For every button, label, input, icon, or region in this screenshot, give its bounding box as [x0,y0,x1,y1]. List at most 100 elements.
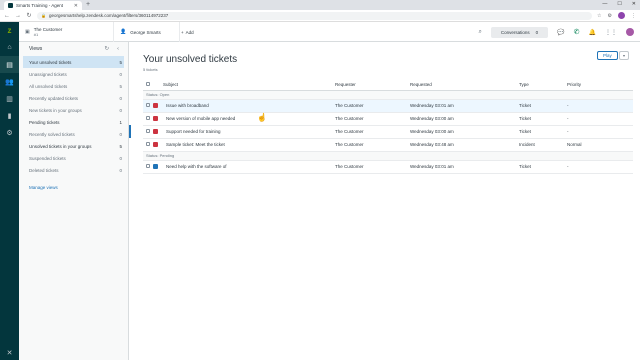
views-title: Views [29,46,43,52]
row-checkbox[interactable] [146,116,150,120]
views-icon[interactable]: ▤ [0,56,19,73]
ticket-subject[interactable]: Need help with the software of [163,160,335,174]
star-icon[interactable]: ☆ [597,13,601,19]
view-label: Suspended tickets [29,155,66,161]
column-header-requested[interactable]: Requested [410,79,519,91]
browser-tab-title: Smarts Training - Agent [16,3,64,8]
phone-icon[interactable]: ✆ [574,28,580,36]
conversations-count: 0 [535,29,539,35]
forward-icon[interactable]: → [15,13,21,19]
close-window-icon[interactable]: ✕ [632,1,636,7]
group-label: Status: Open [143,90,633,100]
profile-avatar[interactable] [618,12,625,19]
table-header-row: Subject Requester Requested Type Priorit… [143,79,633,91]
ticket-tab-labels: The Customer #1 [34,27,63,37]
view-item[interactable]: Recently updated tickets 0 [19,92,128,104]
manage-views-link[interactable]: Manage views [19,185,128,190]
table-row[interactable]: Sample ticket: Meet the ticket The Custo… [143,138,633,152]
plus-icon: + [181,29,184,35]
view-count: 0 [119,155,122,161]
agent-avatar[interactable] [626,28,634,36]
ticket-type: Ticket [519,112,567,126]
extension-icon[interactable]: ⚙ [608,13,612,19]
apps-grid-icon[interactable]: ⋮⋮ [605,29,617,36]
notifications-icon[interactable]: 🔔 [589,29,596,36]
maximize-icon[interactable]: ☐ [617,1,621,7]
group-row: Status: Pending [143,151,633,161]
ticket-subject[interactable]: Issue with broadband [163,99,335,113]
row-checkbox[interactable] [146,129,150,133]
play-button[interactable]: Play [597,51,618,60]
table-row[interactable]: New version of mobile app needed The Cus… [143,112,633,126]
view-label: Unassigned tickets [29,71,67,77]
view-item[interactable]: All unsolved tickets 5 [19,80,128,92]
column-header-priority[interactable]: Priority [567,79,633,91]
view-count: 0 [119,95,122,101]
view-item[interactable]: Recently solved tickets 0 [19,128,128,140]
ticket-type: Ticket [519,160,567,174]
column-header-subject[interactable]: Subject [163,79,335,91]
ticket-requested: Wednesday 03:48 am [410,138,519,152]
table-row[interactable]: Support needed for training The Customer… [143,125,633,139]
header-tab-user[interactable]: 👤 George Smarts [114,22,180,42]
collapse-icon[interactable]: ‹ [117,46,119,52]
view-label: Unsolved tickets in your groups [29,143,92,149]
row-checkbox[interactable] [146,103,150,107]
chat-icon[interactable]: 💬 [557,29,564,36]
back-icon[interactable]: ← [4,13,10,19]
ticket-priority: Normal [567,138,633,152]
column-header-type[interactable]: Type [519,79,567,91]
new-tab-icon[interactable]: + [86,1,90,8]
ticket-priority: - [567,99,633,113]
conversations-button[interactable]: Conversations 0 [490,26,549,38]
add-button[interactable]: + Add [181,22,194,42]
view-item[interactable]: New tickets in your groups 0 [19,104,128,116]
reporting-icon[interactable]: ▮ [0,107,19,124]
admin-gear-icon[interactable]: ⚙ [0,124,19,141]
customers-icon[interactable]: 👥 [0,73,19,90]
tickets-table: Subject Requester Requested Type Priorit… [143,79,633,174]
refresh-icon[interactable]: ↻ [105,46,110,52]
close-tab-icon[interactable]: ✕ [74,3,78,9]
ticket-type: Incident [519,138,567,152]
ticket-subject[interactable]: New version of mobile app needed [163,112,335,126]
column-header-requester[interactable]: Requester [335,79,410,91]
zendesk-logo-icon[interactable]: z [0,22,19,39]
lock-icon: 🔒 [41,13,46,18]
view-item[interactable]: Suspended tickets 0 [19,152,128,164]
table-row[interactable]: Issue with broadband The Customer Wednes… [143,99,633,113]
minimize-icon[interactable]: — [602,1,607,7]
view-item[interactable]: Your unsolved tickets 5 [23,56,124,68]
conversations-label: Conversations [500,29,530,35]
view-count: 0 [119,131,122,137]
browser-extensions: ☆ ⚙ ⋮ [597,12,636,19]
view-item[interactable]: Unassigned tickets 0 [19,68,128,80]
table-row[interactable]: Need help with the software of The Custo… [143,160,633,174]
row-checkbox[interactable] [146,142,150,146]
select-all-checkbox[interactable] [146,81,150,86]
view-label: Pending tickets [29,119,60,125]
view-label: Deleted tickets [29,167,59,173]
browser-tab[interactable]: Smarts Training - Agent ✕ [4,1,82,10]
ticket-type: Ticket [519,99,567,113]
organizations-icon[interactable]: ▥ [0,90,19,107]
ticket-subject[interactable]: Support needed for training [163,125,335,139]
zendesk-mark-icon[interactable]: ✕ [0,349,19,357]
more-options-chevron-down-icon[interactable]: ▾ [619,51,629,60]
open-status-icon [153,103,158,109]
home-icon[interactable]: ⌂ [0,39,19,56]
view-item[interactable]: Deleted tickets 0 [19,164,128,176]
view-item[interactable]: Unsolved tickets in your groups 5 [19,140,128,152]
url-field[interactable]: 🔒 georgesmartshelp.zendesk.com/agent/fil… [37,11,593,20]
header-tab-ticket[interactable]: ▣ The Customer #1 [19,22,114,42]
ticket-tab-number: #1 [33,32,39,37]
view-label: New tickets in your groups [29,107,82,113]
row-checkbox[interactable] [146,164,150,168]
reload-icon[interactable]: ↻ [26,12,32,19]
ticket-subject[interactable]: Sample ticket: Meet the ticket [163,138,335,152]
view-item[interactable]: Pending tickets 1 [19,116,128,128]
menu-icon[interactable]: ⋮ [631,13,636,19]
view-count: 0 [119,71,122,77]
search-icon[interactable]: ⌕ [479,29,482,36]
group-label: Status: Pending [143,151,633,161]
